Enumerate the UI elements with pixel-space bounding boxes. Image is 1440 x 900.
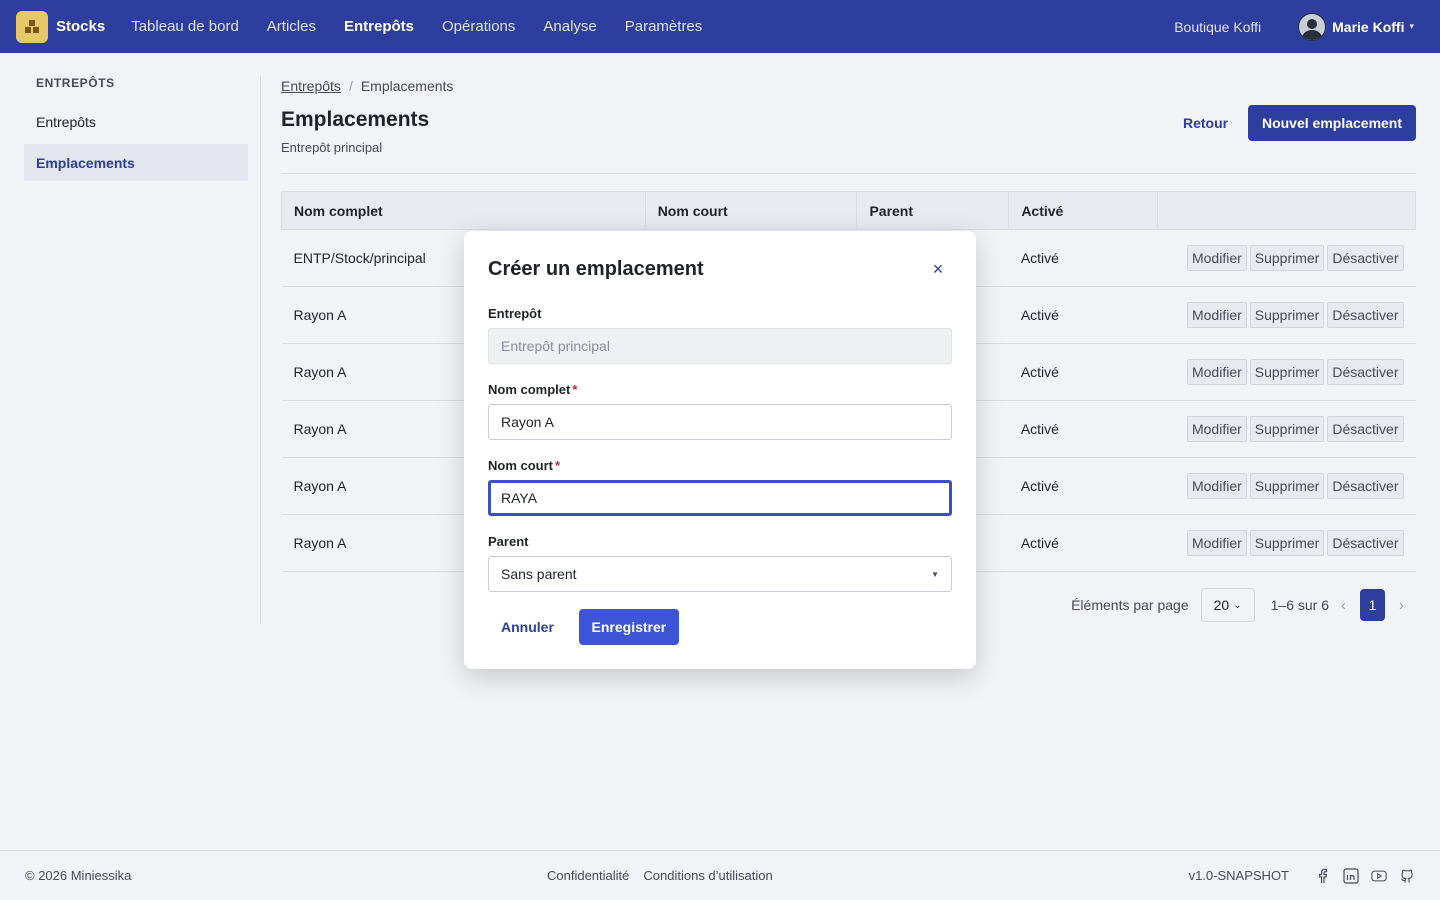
warehouse-label: Entrepôt — [488, 306, 542, 321]
parent-select-value: Sans parent — [501, 566, 577, 582]
short-name-input[interactable]: RAYA — [488, 480, 952, 516]
create-location-dialog: Créer un emplacement × Entrepôt Entrepôt… — [464, 231, 976, 669]
parent-label: Parent — [488, 534, 529, 549]
cancel-button[interactable]: Annuler — [488, 609, 567, 645]
dialog-title: Créer un emplacement — [488, 258, 704, 280]
warehouse-field: Entrepôt principal — [488, 328, 952, 364]
chevron-down-icon: ▼ — [931, 569, 939, 579]
full-name-input[interactable]: Rayon A — [488, 404, 952, 440]
parent-select[interactable]: Sans parent ▼ — [488, 556, 952, 592]
parent-field-group: Parent Sans parent ▼ — [488, 534, 952, 592]
save-button[interactable]: Enregistrer — [578, 609, 679, 645]
full-name-label: Nom complet * — [488, 382, 952, 399]
short-name-label-text: Nom court — [488, 458, 553, 473]
close-icon[interactable]: × — [930, 260, 946, 278]
warehouse-field-group: Entrepôt Entrepôt principal — [488, 306, 952, 364]
dialog-actions: Annuler Enregistrer — [488, 609, 679, 645]
full-name-label-text: Nom complet — [488, 382, 571, 397]
short-name-field-group: Nom court * RAYA — [488, 458, 952, 516]
required-marker: * — [572, 382, 578, 397]
required-marker: * — [555, 458, 561, 473]
short-name-label: Nom court * — [488, 458, 952, 475]
full-name-field-group: Nom complet * Rayon A — [488, 382, 952, 440]
